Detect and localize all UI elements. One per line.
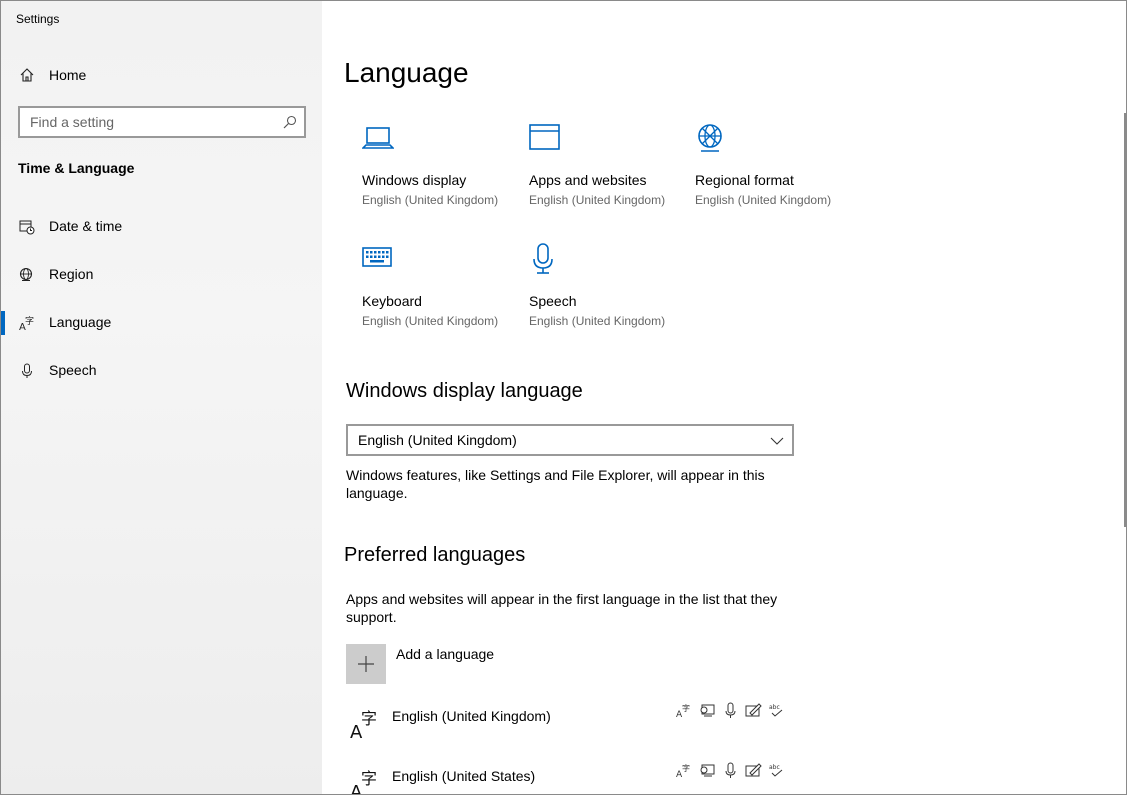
home-button[interactable]: Home [1, 59, 322, 91]
preferred-languages-heading: Preferred languages [344, 544, 526, 566]
tile-subtitle: English (United Kingdom) [695, 193, 832, 207]
search-box [18, 106, 306, 138]
home-icon [19, 67, 35, 83]
language-name: English (United Kingdom) [392, 708, 551, 724]
sidebar-item-language[interactable]: A字 Language [1, 303, 322, 343]
svg-text:abc: abc [769, 704, 780, 711]
tile-title: Regional format [695, 172, 794, 188]
language-icon: A字 [19, 315, 35, 333]
page-title: Language [344, 57, 469, 88]
svg-text:字: 字 [25, 315, 34, 327]
tile-title: Windows display [362, 172, 467, 188]
tile-regional-format[interactable]: Regional format English (United Kingdom) [695, 122, 855, 222]
settings-window: Settings Home Time & Language Date & tim… [0, 0, 1127, 795]
microphone-icon [529, 243, 561, 275]
language-features: A字 abc [676, 762, 788, 782]
language-icon: A字 [350, 766, 380, 794]
svg-text:字: 字 [682, 763, 690, 773]
keyboard-icon [362, 243, 394, 275]
sidebar-item-region[interactable]: Region [1, 255, 322, 295]
language-features: A字 abc [676, 702, 788, 722]
language-name: English (United States) [392, 768, 536, 784]
sidebar-item-speech[interactable]: Speech [1, 351, 322, 391]
microphone-icon [722, 702, 739, 719]
calendar-clock-icon [19, 219, 35, 235]
tile-subtitle: English (United Kingdom) [362, 193, 499, 207]
tile-subtitle: English (United Kingdom) [529, 193, 666, 207]
svg-text:abc: abc [769, 764, 780, 771]
list-item[interactable]: A字 English (United States) A字 abc [346, 762, 788, 794]
tile-speech[interactable]: Speech English (United Kingdom) [529, 243, 689, 343]
chevron-down-icon [770, 434, 784, 448]
text-to-speech-feature-icon [699, 762, 716, 779]
tile-title: Apps and websites [529, 172, 647, 188]
sidebar: Settings Home Time & Language Date & tim… [1, 1, 322, 794]
sidebar-item-label: Language [49, 314, 112, 330]
spellcheck-icon: abc [768, 702, 785, 719]
microphone-icon [19, 363, 35, 379]
globe-icon [19, 267, 35, 283]
tile-keyboard[interactable]: Keyboard English (United Kingdom) [362, 243, 522, 343]
scrollbar[interactable] [1124, 113, 1126, 527]
display-language-feature-icon: A字 [676, 762, 693, 780]
app-title: Settings [16, 12, 60, 26]
microphone-icon [722, 762, 739, 779]
globe-icon [695, 122, 727, 154]
plus-icon [346, 644, 386, 684]
add-language-button[interactable]: Add a language [346, 644, 746, 684]
language-icon: A字 [350, 706, 380, 743]
tile-title: Speech [529, 293, 577, 309]
tile-subtitle: English (United Kingdom) [529, 314, 666, 328]
tile-apps-websites[interactable]: Apps and websites English (United Kingdo… [529, 122, 689, 222]
display-language-heading: Windows display language [346, 380, 583, 402]
search-input[interactable] [20, 108, 270, 136]
section-title: Time & Language [18, 160, 135, 176]
display-language-description: Windows features, like Settings and File… [346, 467, 765, 501]
svg-text:字: 字 [361, 709, 377, 728]
search-icon[interactable] [282, 114, 298, 130]
laptop-icon [361, 122, 395, 154]
tile-windows-display[interactable]: Windows display English (United Kingdom) [361, 122, 522, 222]
list-item[interactable]: A字 English (United Kingdom) A字 abc [346, 702, 786, 752]
main-content: Language Windows display English (United… [322, 1, 1126, 794]
display-language-feature-icon: A字 [676, 702, 693, 720]
sidebar-item-label: Region [49, 266, 94, 282]
window-icon [529, 122, 561, 154]
tile-subtitle: English (United Kingdom) [362, 314, 499, 328]
svg-text:字: 字 [361, 769, 377, 788]
text-to-speech-feature-icon [699, 702, 716, 719]
sidebar-item-date-time[interactable]: Date & time [1, 207, 322, 247]
svg-text:字: 字 [682, 703, 690, 713]
handwriting-icon [745, 762, 762, 779]
display-language-select[interactable]: English (United Kingdom) [346, 424, 794, 456]
selected-language: English (United Kingdom) [358, 432, 517, 448]
spellcheck-icon: abc [768, 762, 785, 779]
sidebar-item-label: Speech [49, 362, 97, 378]
handwriting-icon [745, 702, 762, 719]
home-label: Home [49, 67, 87, 83]
tile-title: Keyboard [362, 293, 422, 309]
preferred-languages-description: Apps and websites will appear in the fir… [346, 591, 778, 625]
sidebar-item-label: Date & time [49, 218, 123, 234]
add-language-label: Add a language [396, 646, 495, 662]
active-indicator [1, 311, 5, 335]
